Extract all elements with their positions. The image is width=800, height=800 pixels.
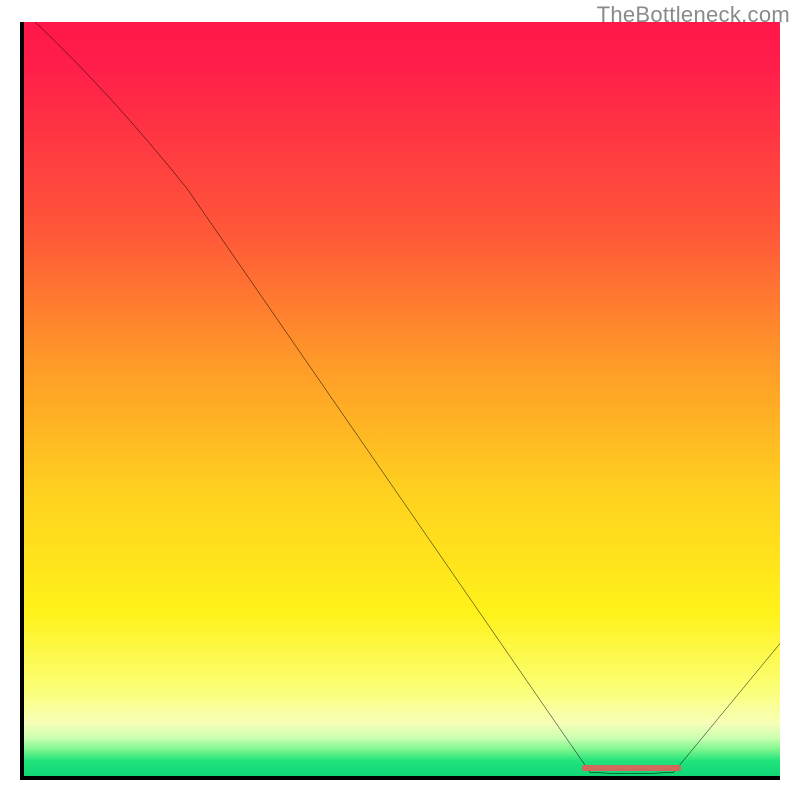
attribution-label: TheBottleneck.com [597,2,790,28]
chart-container: TheBottleneck.com [0,0,800,800]
plot-area [20,22,780,780]
bottleneck-curve [20,22,780,780]
optimal-range-marker [582,765,681,771]
